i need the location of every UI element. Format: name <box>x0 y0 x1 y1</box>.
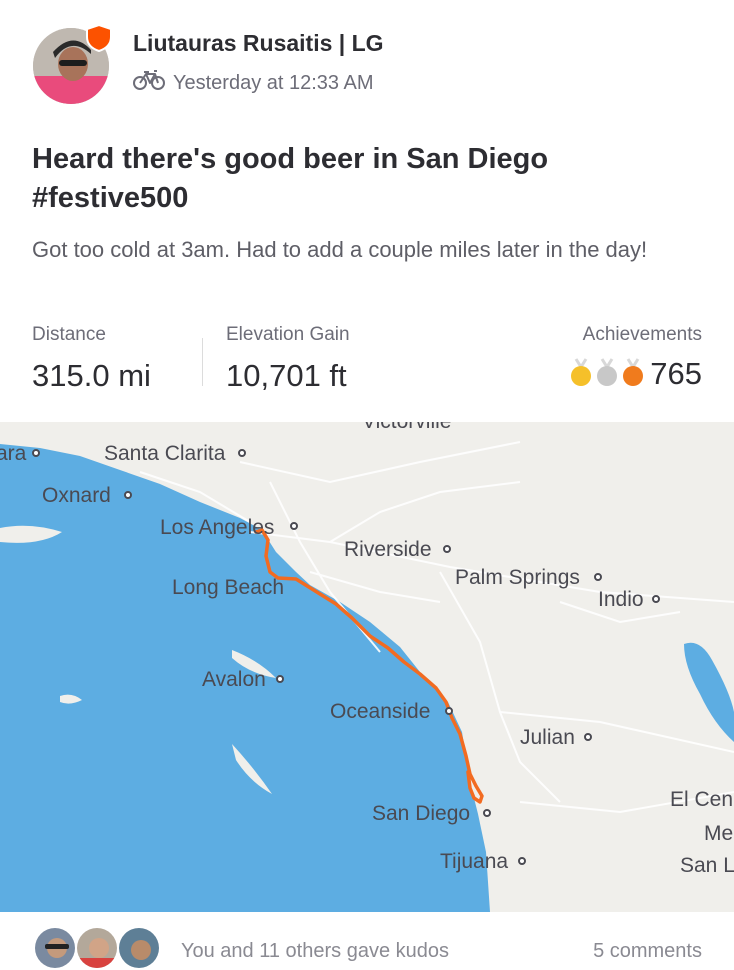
map-label-oceanside: Oceanside <box>330 700 430 723</box>
activity-header: Liutauras Rusaitis | LG Yesterday at 12:… <box>0 0 734 120</box>
map-label-ara: ara <box>0 442 27 465</box>
kudos-avatar <box>75 926 119 970</box>
kudos-avatar <box>33 926 77 970</box>
kudos-avatars[interactable] <box>33 926 163 970</box>
elevation-value: 10,701 ft <box>226 358 347 393</box>
activity-footer: You and 11 others gave kudos 5 comments <box>0 912 734 970</box>
map-label-santa-clarita: Santa Clarita <box>104 442 226 465</box>
map-label-julian: Julian <box>520 726 575 749</box>
achievements-count: 765 <box>650 356 702 391</box>
elevation-label: Elevation Gain <box>226 324 350 345</box>
map-label-me: Me <box>704 822 733 845</box>
athlete-name[interactable]: Liutauras Rusaitis | LG <box>133 30 384 57</box>
map-label-avalon: Avalon <box>202 668 266 691</box>
map-label-palm-springs: Palm Springs <box>455 566 580 589</box>
map-label-san-l: San L <box>680 854 734 877</box>
activity-timestamp: Yesterday at 12:33 AM <box>173 71 374 94</box>
map-label-los-angeles: Los Angeles <box>160 516 274 539</box>
map-label-riverside: Riverside <box>344 538 432 561</box>
map-label-tijuana: Tijuana <box>440 850 508 873</box>
route-map[interactable]: Victorville ara Santa Clarita Oxnard Los… <box>0 422 734 912</box>
achievements-label: Achievements <box>582 324 702 345</box>
bronze-medal-icon <box>622 357 644 392</box>
map-label-san-diego: San Diego <box>372 802 470 825</box>
gold-medal-icon <box>570 357 592 392</box>
activity-meta: Yesterday at 12:33 AM <box>133 70 374 96</box>
stats-divider <box>202 338 203 386</box>
achievements[interactable]: 765 <box>570 356 702 392</box>
silver-medal-icon <box>596 357 618 392</box>
shield-badge-icon <box>86 23 112 53</box>
map-label-el-cen: El Cen <box>670 788 733 811</box>
distance-label: Distance <box>32 324 106 345</box>
map-label-oxnard: Oxnard <box>42 484 111 507</box>
bicycle-icon <box>133 69 165 97</box>
map-label-indio: Indio <box>598 588 644 611</box>
map-label-long-beach: Long Beach <box>172 576 284 599</box>
activity-title[interactable]: Heard there's good beer in San Diego #fe… <box>32 140 692 218</box>
map-label-victorville: Victorville <box>362 422 451 433</box>
kudos-avatar <box>117 926 161 970</box>
activity-description: Got too cold at 3am. Had to add a couple… <box>32 237 648 262</box>
distance-value: 315.0 mi <box>32 358 151 393</box>
